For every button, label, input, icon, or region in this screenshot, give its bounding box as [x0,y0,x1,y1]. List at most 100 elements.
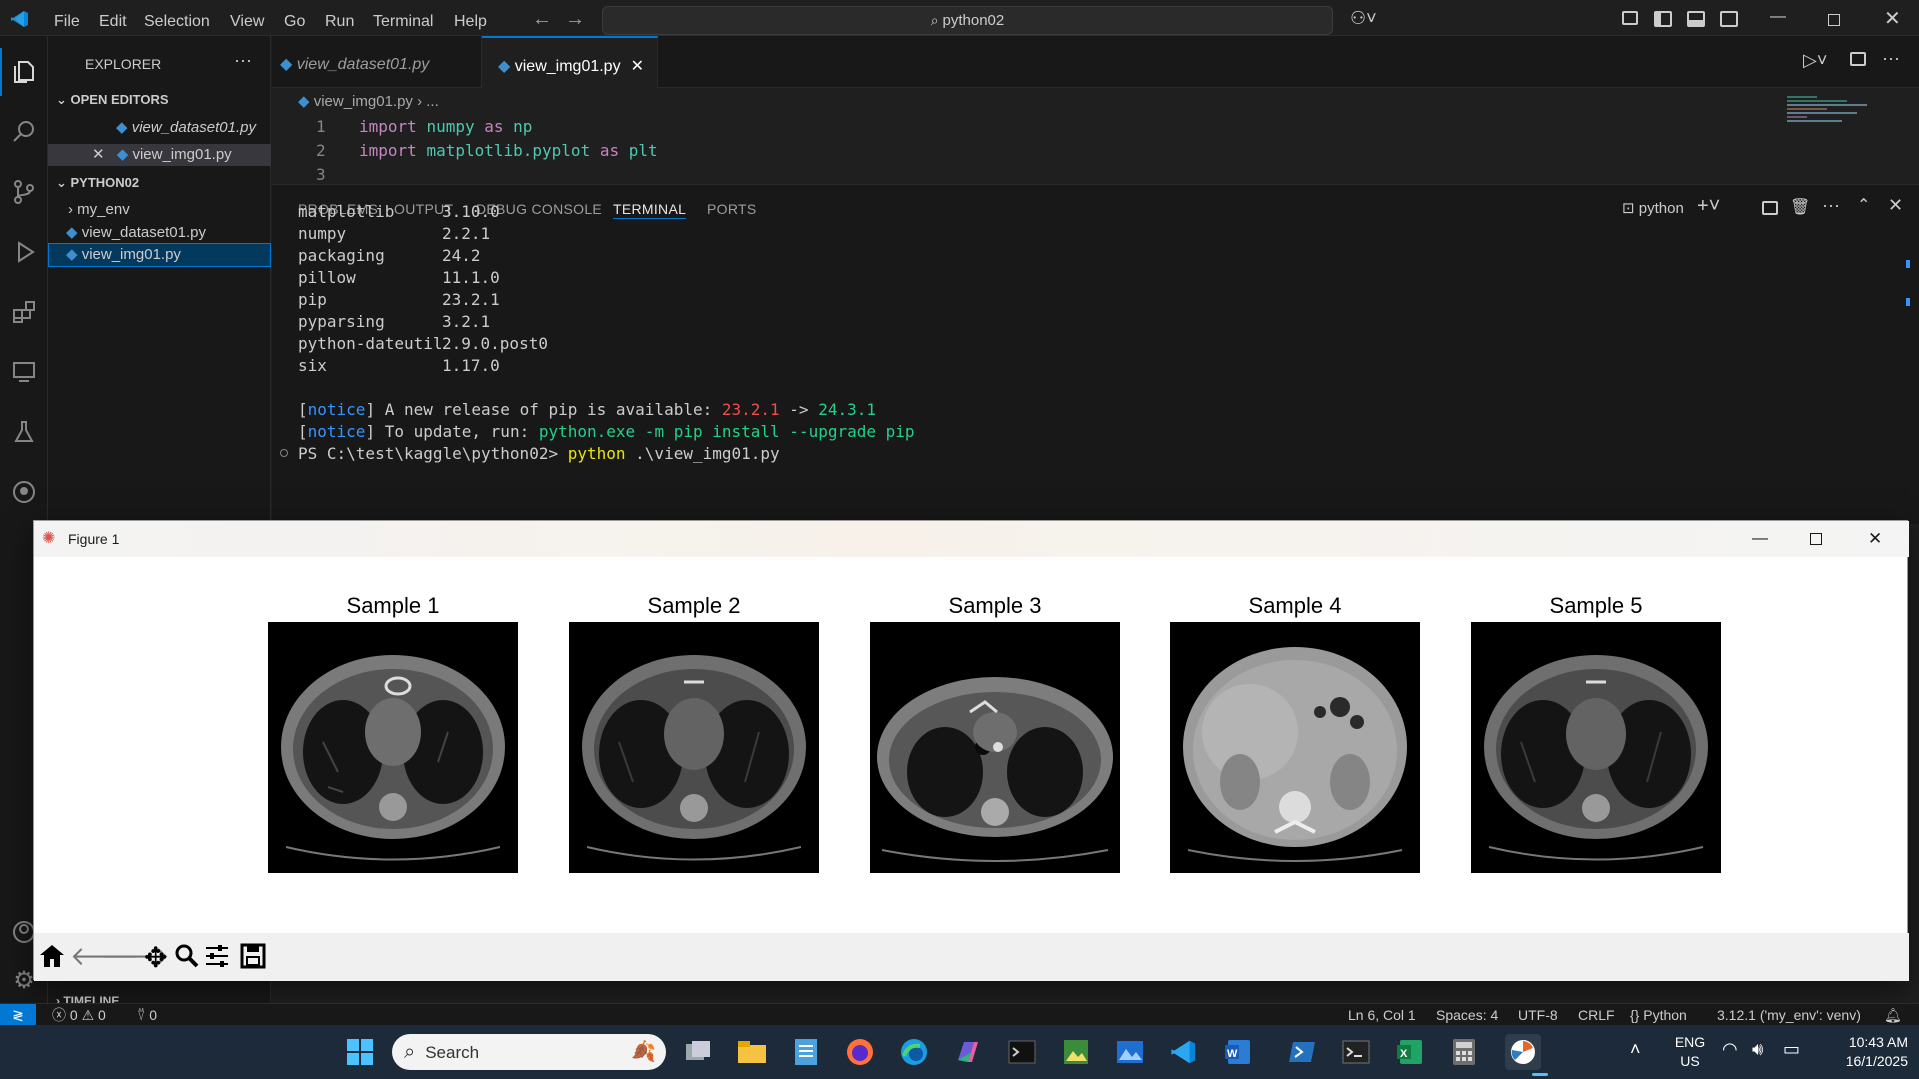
toggle-secondary-sidebar-icon[interactable] [1720,11,1738,27]
indentation[interactable]: Spaces: 4 [1436,1004,1498,1026]
new-terminal-icon[interactable]: +˅ [1697,195,1720,218]
vscode-taskbar-icon[interactable] [1166,1034,1202,1070]
menu-edit[interactable]: Edit [99,0,127,36]
notifications-bell-icon[interactable]: 🔔︎ [1884,1004,1902,1026]
minimap[interactable] [1787,94,1877,154]
end-of-line[interactable]: CRLF [1578,1004,1615,1026]
tab-view-dataset01[interactable]: ◆ view_dataset01.py [272,36,482,88]
folder-section[interactable]: ⌄ PYTHON02 [48,172,271,194]
edge-icon[interactable] [896,1034,932,1070]
excel-icon[interactable]: X [1392,1034,1428,1070]
copilot-app-icon[interactable] [950,1034,986,1070]
tab-terminal[interactable]: TERMINAL [613,185,687,219]
home-icon[interactable] [38,943,66,972]
tab-ports[interactable]: PORTS [707,185,756,231]
restore-icon[interactable] [1828,14,1840,26]
run-debug-icon[interactable] [0,228,48,276]
split-editor-icon[interactable] [1850,52,1866,66]
terminal-app-icon[interactable] [1004,1034,1040,1070]
powershell-icon[interactable] [1284,1034,1320,1070]
close-tab-icon[interactable]: ✕ [631,58,644,75]
tree-file-view-dataset01[interactable]: ◆ view_dataset01.py [48,222,271,244]
word-icon[interactable]: W [1220,1034,1256,1070]
clock[interactable]: 10:43 AM 16/1/2025 [1818,1033,1908,1071]
menu-run[interactable]: Run [325,0,354,36]
explorer-icon[interactable] [0,48,48,96]
menu-go[interactable]: Go [284,0,305,36]
figure-title-bar[interactable]: ✺ Figure 1 — ✕ [34,521,1909,557]
file-explorer-icon[interactable] [734,1034,770,1070]
minimize-icon[interactable]: — [1770,8,1786,26]
configure-subplots-icon[interactable] [204,943,230,972]
close-panel-icon[interactable]: ✕ [1888,195,1903,216]
firefox-icon[interactable] [842,1034,878,1070]
extensions-icon[interactable] [0,288,48,336]
cursor-position[interactable]: Ln 6, Col 1 [1348,1004,1416,1026]
ports-counter[interactable]: ⍢ 0 [137,1004,157,1026]
notepad-icon[interactable] [788,1034,824,1070]
remote-explorer-icon[interactable] [0,348,48,396]
toggle-panel-icon[interactable] [1687,11,1705,27]
save-icon[interactable] [240,943,266,972]
close-editor-icon[interactable]: ✕ [92,146,109,163]
wifi-icon[interactable]: ◠ [1722,1039,1738,1060]
photos-icon[interactable] [1058,1034,1094,1070]
forward-arrow-icon[interactable]: → [565,8,585,31]
breadcrumb-symbol[interactable]: ... [426,93,439,110]
maximize-panel-icon[interactable]: ⌃ [1857,195,1870,215]
chevron-up-icon[interactable]: ˄ [1630,1039,1641,1060]
menu-file[interactable]: File [54,0,80,36]
terminal-profile[interactable]: ⊡ python [1622,199,1684,217]
volume-icon[interactable]: 🔊︎ [1752,1039,1763,1060]
windows-start-icon[interactable] [342,1034,378,1070]
testing-icon[interactable] [0,408,48,456]
pan-icon[interactable]: ✥ [144,941,167,974]
remote-indicator-icon[interactable]: ≷ [0,1004,36,1026]
open-editors-section[interactable]: ⌄ OPEN EDITORS [48,89,271,111]
more-actions-icon[interactable]: ··· [234,50,252,71]
tree-folder-my-env[interactable]: › my_env [48,199,271,221]
taskbar-search-box[interactable]: ⌕ Search 🍂 [392,1034,666,1070]
split-terminal-icon[interactable] [1762,201,1778,215]
calculator-icon[interactable] [1446,1034,1482,1070]
back-arrow-icon[interactable]: ← [532,8,552,31]
search-icon[interactable] [0,108,48,156]
open-editor-item-active[interactable]: ✕ ◆ view_img01.py [48,144,271,166]
menu-help[interactable]: Help [454,0,487,36]
command-prompt-icon[interactable] [1338,1034,1374,1070]
breadcrumb-file[interactable]: view_img01.py [314,93,413,110]
github-icon[interactable] [0,468,48,516]
customize-layout-icon[interactable] [1622,11,1638,25]
close-icon[interactable]: ✕ [1868,521,1882,557]
open-editor-item[interactable]: ◆ view_dataset01.py [48,117,271,139]
command-decoration-icon[interactable] [280,449,288,457]
toggle-sidebar-icon[interactable] [1654,11,1672,27]
battery-icon[interactable]: ▭ [1783,1039,1800,1060]
code-editor[interactable]: ◆ view_img01.py › ... 1 2 3 import numpy… [272,88,1919,184]
language-indicator[interactable]: ENG US [1670,1033,1710,1071]
close-icon[interactable]: ✕ [1884,6,1901,31]
more-actions-icon[interactable]: ··· [1882,48,1900,69]
problems-counter[interactable]: ⓧ 0 ⚠ 0 [52,1004,106,1026]
task-view-icon[interactable] [680,1034,716,1070]
tree-file-view-img01[interactable]: ◆ view_img01.py [48,243,271,267]
encoding[interactable]: UTF-8 [1518,1004,1558,1026]
menu-selection[interactable]: Selection [144,0,210,36]
command-center-search[interactable]: ⌕ python02 [602,6,1333,35]
zoom-icon[interactable] [174,943,200,972]
source-control-icon[interactable] [0,168,48,216]
trash-icon[interactable]: 🗑 [1790,197,1810,217]
python-interpreter[interactable]: 3.12.1 ('my_env': venv) [1717,1004,1861,1026]
matplotlib-taskbar-icon[interactable] [1505,1034,1541,1070]
tab-view-img01[interactable]: ◆ view_img01.py ✕ [482,36,658,88]
language-mode[interactable]: {} Python [1630,1004,1687,1026]
maximize-icon[interactable] [1810,533,1822,545]
minimize-icon[interactable]: — [1752,521,1768,557]
more-actions-icon[interactable]: ··· [1822,195,1840,216]
run-python-icon[interactable]: ▷˅ [1803,50,1827,71]
bottom-panel: PROBLEMS OUTPUT DEBUG CONSOLE TERMINAL P… [272,184,1919,524]
copilot-icon[interactable]: ⚇˅ [1350,8,1377,29]
menu-terminal[interactable]: Terminal [373,0,433,36]
gallery-icon[interactable] [1112,1034,1148,1070]
menu-view[interactable]: View [230,0,264,36]
